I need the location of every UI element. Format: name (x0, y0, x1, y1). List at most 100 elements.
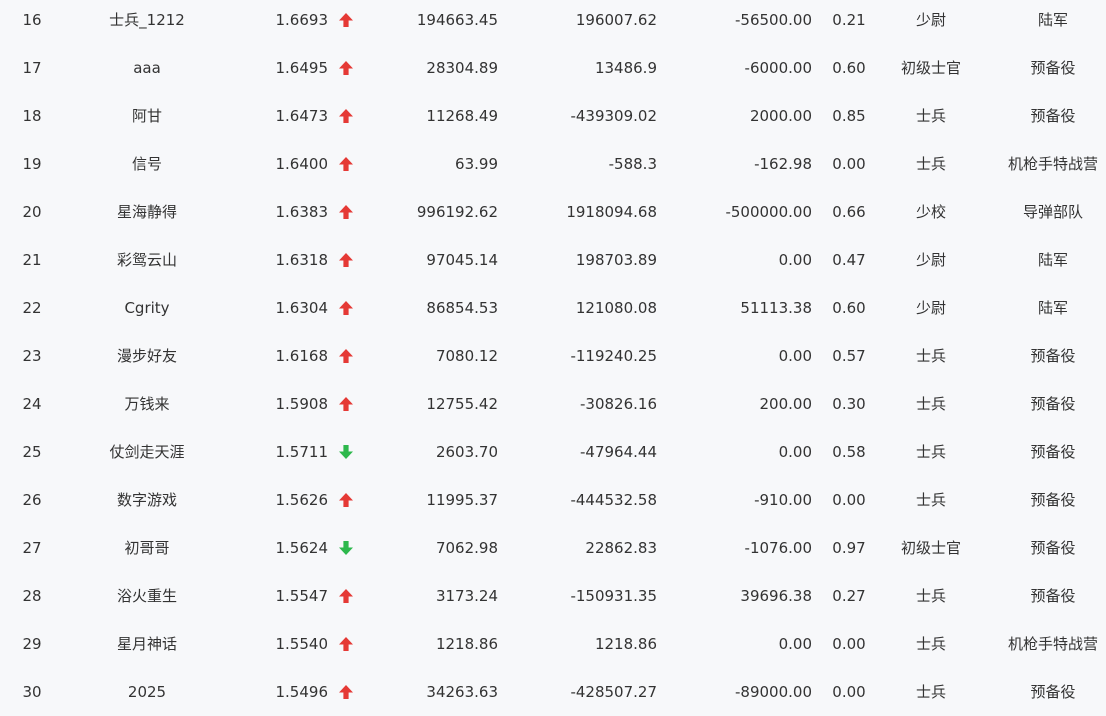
score-cell: 1.6495 (275, 59, 329, 77)
score-cell: 1.6383 (275, 203, 329, 221)
rank-cell: 21 (22, 251, 42, 269)
value3-cell: 51113.38 (740, 299, 812, 317)
military-rank-cell: 士兵 (915, 155, 946, 173)
unit-cell: 陆军 (1037, 299, 1068, 317)
score-cell: 1.5547 (275, 587, 329, 605)
trend-up-icon (336, 332, 356, 380)
player-name-cell: 星海静得 (116, 203, 177, 221)
value1-cell: 7080.12 (435, 347, 498, 365)
value3-cell: 39696.38 (740, 587, 812, 605)
rank-cell: 17 (22, 59, 42, 77)
ratio-cell: 0.66 (832, 203, 866, 221)
value1-cell: 12755.42 (426, 395, 498, 413)
rank-cell: 23 (22, 347, 42, 365)
value1-cell: 1218.86 (435, 635, 498, 653)
ratio-cell: 0.60 (832, 299, 866, 317)
value1-cell: 28304.89 (426, 59, 498, 77)
rank-cell: 30 (22, 683, 42, 701)
trend-up-icon (336, 140, 356, 188)
rank-cell: 28 (22, 587, 42, 605)
player-name-cell: 浴火重生 (116, 587, 177, 605)
ratio-cell: 0.85 (832, 107, 866, 125)
trend-up-icon (336, 476, 356, 524)
value1-cell: 194663.45 (416, 11, 498, 29)
player-name-cell: Cgrity (124, 299, 170, 317)
unit-cell: 预备役 (1030, 395, 1076, 413)
trend-up-icon (336, 668, 356, 716)
trend-up-icon (336, 380, 356, 428)
score-cell: 1.5624 (275, 539, 329, 557)
table-row: 22 Cgrity 1.6304 86854.53 121080.08 51113.38 0… (0, 284, 1106, 332)
score-cell: 1.5540 (275, 635, 329, 653)
rank-cell: 20 (22, 203, 42, 221)
value3-cell: 0.00 (778, 251, 812, 269)
ratio-cell: 0.27 (832, 587, 866, 605)
value1-cell: 86854.53 (426, 299, 498, 317)
trend-down-icon (336, 524, 356, 572)
military-rank-cell: 士兵 (915, 635, 946, 653)
unit-cell: 预备役 (1030, 107, 1076, 125)
ratio-cell: 0.60 (832, 59, 866, 77)
score-cell: 1.5496 (275, 683, 329, 701)
table-row: 17 aaa 1.6495 28304.89 13486.9 -6000.00 0.60 初级… (0, 44, 1106, 92)
table-row: 26 数字游戏 1.5626 11995.37 -444532.58 -910.00 0.0… (0, 476, 1106, 524)
value2-cell: 1918094.68 (566, 203, 657, 221)
value3-cell: -1076.00 (744, 539, 812, 557)
value1-cell: 11268.49 (426, 107, 498, 125)
unit-cell: 机枪手特战营 (1007, 635, 1098, 653)
score-cell: 1.6400 (275, 155, 329, 173)
player-name-cell: 数字游戏 (116, 491, 177, 509)
rank-cell: 18 (22, 107, 42, 125)
value2-cell: 196007.62 (575, 11, 657, 29)
military-rank-cell: 士兵 (915, 395, 946, 413)
value1-cell: 34263.63 (426, 683, 498, 701)
military-rank-cell: 少尉 (915, 251, 946, 269)
value3-cell: -6000.00 (744, 59, 812, 77)
unit-cell: 陆军 (1037, 251, 1068, 269)
unit-cell: 预备役 (1030, 443, 1076, 461)
ratio-cell: 0.30 (832, 395, 866, 413)
player-name-cell: 2025 (127, 683, 167, 701)
value3-cell: 2000.00 (749, 107, 812, 125)
unit-cell: 机枪手特战营 (1007, 155, 1098, 173)
ranking-table: 16 士兵_1212 1.6693 194663.45 196007.62 -56500.… (0, 0, 1106, 714)
value1-cell: 97045.14 (426, 251, 498, 269)
table-row: 30 2025 1.5496 34263.63 -428507.27 -89000.00 0… (0, 668, 1106, 716)
military-rank-cell: 士兵 (915, 683, 946, 701)
military-rank-cell: 士兵 (915, 107, 946, 125)
player-name-cell: 阿甘 (131, 107, 162, 125)
table-row: 28 浴火重生 1.5547 3173.24 -150931.35 39696.38 0.2… (0, 572, 1106, 620)
ratio-cell: 0.47 (832, 251, 866, 269)
unit-cell: 预备役 (1030, 491, 1076, 509)
value3-cell: 200.00 (759, 395, 813, 413)
value1-cell: 7062.98 (435, 539, 498, 557)
military-rank-cell: 士兵 (915, 347, 946, 365)
value3-cell: 0.00 (778, 347, 812, 365)
score-cell: 1.6304 (275, 299, 329, 317)
military-rank-cell: 少尉 (915, 299, 946, 317)
value2-cell: -47964.44 (580, 443, 657, 461)
score-cell: 1.6168 (275, 347, 329, 365)
trend-up-icon (336, 0, 356, 44)
military-rank-cell: 士兵 (915, 443, 946, 461)
value2-cell: 121080.08 (575, 299, 657, 317)
unit-cell: 预备役 (1030, 59, 1076, 77)
value2-cell: -588.3 (608, 155, 657, 173)
value3-cell: -89000.00 (735, 683, 812, 701)
rank-cell: 27 (22, 539, 42, 557)
military-rank-cell: 士兵 (915, 587, 946, 605)
score-cell: 1.5626 (275, 491, 329, 509)
value2-cell: -428507.27 (570, 683, 657, 701)
player-name-cell: 彩鸳云山 (116, 251, 177, 269)
ratio-cell: 0.00 (832, 635, 866, 653)
value1-cell: 3173.24 (435, 587, 498, 605)
trend-up-icon (336, 188, 356, 236)
military-rank-cell: 少尉 (915, 11, 946, 29)
value3-cell: 0.00 (778, 635, 812, 653)
score-cell: 1.6318 (275, 251, 329, 269)
unit-cell: 预备役 (1030, 539, 1076, 557)
table-row: 19 信号 1.6400 63.99 -588.3 -162.98 0.00 士兵 机枪手特战营 (0, 140, 1106, 188)
table-row: 18 阿甘 1.6473 11268.49 -439309.02 2000.00 0.85 士… (0, 92, 1106, 140)
value2-cell: 198703.89 (575, 251, 657, 269)
ratio-cell: 0.00 (832, 683, 866, 701)
